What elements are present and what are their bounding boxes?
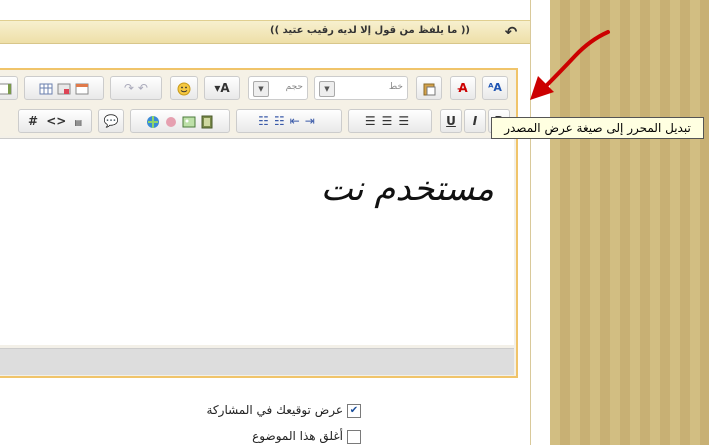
- code-group: # <> ▤: [18, 109, 92, 133]
- source-mode-icon[interactable]: ᴬA: [482, 76, 508, 100]
- image-icon[interactable]: [164, 115, 178, 129]
- align-left-icon[interactable]: ☰: [398, 114, 415, 128]
- text-color-icon[interactable]: ▾A: [204, 76, 240, 100]
- php-icon[interactable]: ▤: [74, 118, 82, 127]
- align-right-icon[interactable]: ☰: [365, 114, 382, 128]
- table-group: [24, 76, 104, 100]
- list-group: ☷☷⇤⇥: [236, 109, 342, 133]
- editor-content-area[interactable]: مستخدم نت: [0, 138, 514, 345]
- link-icon[interactable]: [146, 115, 160, 129]
- smiley-icon[interactable]: [170, 76, 198, 100]
- insert-group: [130, 109, 230, 133]
- title-bar: (( ما يلفظ من قول إلا لديه رقيب عتيد )) …: [0, 20, 530, 44]
- table-col-icon[interactable]: [0, 76, 18, 100]
- close-thread-option[interactable]: أغلق هذا الموضوع: [252, 429, 361, 444]
- code-icon[interactable]: <>: [46, 114, 66, 128]
- size-select-label: حجم: [285, 82, 303, 92]
- quote-icon[interactable]: 💬: [98, 109, 124, 133]
- back-arrow-icon[interactable]: ↶: [502, 23, 520, 41]
- redo-icon[interactable]: ↷: [124, 81, 134, 95]
- underline-icon[interactable]: U: [440, 109, 462, 133]
- editor-toolbar: ᴬA A̶ خط ▼ حجم ▼ ▾A ↷ ↶ I U ☰☰☰ ☷☷⇤⇥ 💬 #…: [0, 70, 514, 136]
- table-icon[interactable]: [39, 82, 53, 96]
- post-editor-panel: (( ما يلفظ من قول إلا لديه رقيب عتيد )) …: [0, 0, 531, 445]
- tooltip: تبديل المحرر إلى صيغة عرض المصدر: [491, 117, 704, 139]
- undo-icon[interactable]: ↶: [138, 81, 148, 95]
- chevron-down-icon: ▼: [319, 81, 335, 97]
- indent-icon[interactable]: ⇥: [305, 114, 320, 128]
- editor-content-text: مستخدم نت: [320, 169, 494, 209]
- size-select[interactable]: حجم ▼: [248, 76, 308, 100]
- picture-icon[interactable]: [182, 115, 196, 129]
- show-signature-checkbox[interactable]: ✔: [347, 404, 361, 418]
- chevron-down-icon: ▼: [253, 81, 269, 97]
- show-signature-option[interactable]: ✔ عرض توقيعك في المشاركة: [206, 403, 361, 418]
- editor-statusbar: [0, 348, 514, 375]
- close-thread-checkbox[interactable]: [347, 430, 361, 444]
- show-signature-label: عرض توقيعك في المشاركة: [206, 403, 344, 417]
- header-title: (( ما يلفظ من قول إلا لديه رقيب عتيد )): [270, 25, 470, 36]
- close-thread-label: أغلق هذا الموضوع: [252, 429, 343, 443]
- wysiwyg-editor: ᴬA A̶ خط ▼ حجم ▼ ▾A ↷ ↶ I U ☰☰☰ ☷☷⇤⇥ 💬 #…: [0, 68, 518, 378]
- table-insert-icon[interactable]: [57, 82, 71, 96]
- toolbar-row-2: B I U ☰☰☰ ☷☷⇤⇥ 💬 # <>: [0, 109, 514, 135]
- ordered-list-icon[interactable]: ☷: [258, 114, 274, 128]
- undo-redo-group: ↷ ↶: [110, 76, 162, 100]
- font-select[interactable]: خط ▼: [314, 76, 408, 100]
- unordered-list-icon[interactable]: ☷: [274, 114, 290, 128]
- alignment-group: ☰☰☰: [348, 109, 432, 133]
- italic-icon[interactable]: I: [464, 109, 486, 133]
- table-row-icon[interactable]: [75, 82, 89, 96]
- toolbar-row-1: ᴬA A̶ خط ▼ حجم ▼ ▾A ↷ ↶: [0, 76, 514, 102]
- hash-icon[interactable]: #: [28, 114, 38, 128]
- outdent-icon[interactable]: ⇤: [290, 114, 305, 128]
- font-select-label: خط: [388, 82, 403, 92]
- remove-format-icon[interactable]: A̶: [450, 76, 476, 100]
- paste-word-icon[interactable]: [416, 76, 442, 100]
- red-annotation-arrow-icon: [530, 30, 610, 100]
- align-center-icon[interactable]: ☰: [382, 114, 399, 128]
- film-icon[interactable]: [200, 115, 214, 129]
